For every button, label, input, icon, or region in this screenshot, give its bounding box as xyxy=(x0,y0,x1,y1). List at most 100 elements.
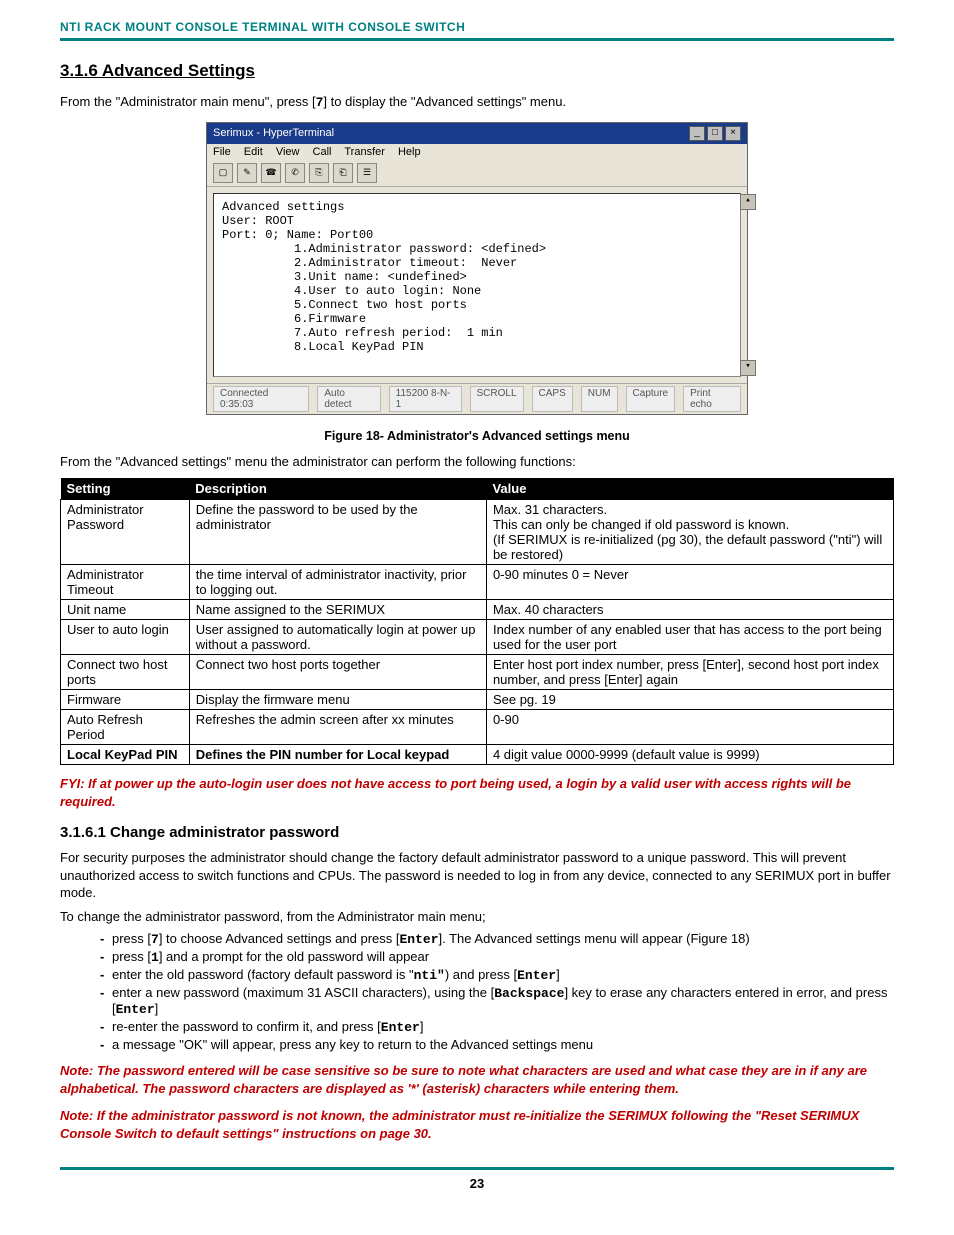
toolbar-new-icon[interactable]: ▢ xyxy=(213,163,233,183)
status-conn: Connected 0:35:03 xyxy=(213,386,309,412)
status-echo: Print echo xyxy=(683,386,741,412)
intro-pre: From the "Administrator main menu", pres… xyxy=(60,94,316,109)
table-row: Administrator PasswordDefine the passwor… xyxy=(61,500,894,565)
status-num: NUM xyxy=(581,386,618,412)
terminal-titlebar: Serimux - HyperTerminal _ □ × xyxy=(207,123,747,144)
table-row: Local KeyPad PINDefines the PIN number f… xyxy=(61,745,894,765)
cell: Index number of any enabled user that ha… xyxy=(486,620,893,655)
settings-table: Setting Description Value Administrator … xyxy=(60,478,894,765)
cell: 4 digit value 0000-9999 (default value i… xyxy=(486,745,893,765)
menu-call[interactable]: Call xyxy=(313,146,332,158)
menu-help[interactable]: Help xyxy=(398,146,421,158)
terminal-menubar[interactable]: File Edit View Call Transfer Help xyxy=(207,144,747,160)
key: nti" xyxy=(414,968,445,983)
t: ] xyxy=(420,1019,424,1034)
list-item: press [7] to choose Advanced settings an… xyxy=(100,931,894,947)
cell: User assigned to automatically login at … xyxy=(189,620,486,655)
cell: Local KeyPad PIN xyxy=(61,745,190,765)
terminal-statusbar: Connected 0:35:03 Auto detect 115200 8-N… xyxy=(207,383,747,414)
t: enter a new password (maximum 31 ASCII c… xyxy=(112,985,494,1000)
scroll-up-icon[interactable]: ▴ xyxy=(740,194,756,210)
key: Enter xyxy=(381,1020,420,1035)
term-line: 4.User to auto login: None xyxy=(222,284,732,298)
key: Enter xyxy=(116,1002,155,1017)
note2: Note: If the administrator password is n… xyxy=(60,1107,894,1142)
cell: Administrator Timeout xyxy=(61,565,190,600)
page-number: 23 xyxy=(470,1176,484,1191)
t: ] to choose Advanced settings and press … xyxy=(159,931,400,946)
status-baud: 115200 8-N-1 xyxy=(389,386,462,412)
list-item: re-enter the password to confirm it, and… xyxy=(100,1019,894,1035)
intro-line: From the "Administrator main menu", pres… xyxy=(60,93,894,112)
intro-post: ] to display the "Advanced settings" men… xyxy=(323,94,566,109)
key: Backspace xyxy=(494,986,564,1001)
cell: 0-90 xyxy=(486,710,893,745)
toolbar-open-icon[interactable]: ✎ xyxy=(237,163,257,183)
terminal-title: Serimux - HyperTerminal xyxy=(213,127,334,139)
cell: Define the password to be used by the ad… xyxy=(189,500,486,565)
menu-view[interactable]: View xyxy=(276,146,300,158)
terminal-window: Serimux - HyperTerminal _ □ × File Edit … xyxy=(206,122,748,415)
term-line: 1.Administrator password: <defined> xyxy=(222,242,732,256)
term-line: 6.Firmware xyxy=(222,312,732,326)
toolbar-send-icon[interactable]: ⎘ xyxy=(309,163,329,183)
menu-transfer[interactable]: Transfer xyxy=(344,146,385,158)
minimize-icon[interactable]: _ xyxy=(689,126,705,141)
term-line: 8.Local KeyPad PIN xyxy=(222,340,732,354)
table-row: FirmwareDisplay the firmware menuSee pg.… xyxy=(61,690,894,710)
t: ] and a prompt for the old password will… xyxy=(159,949,429,964)
menu-file[interactable]: File xyxy=(213,146,231,158)
term-line: 5.Connect two host ports xyxy=(222,298,732,312)
toolbar-hang-icon[interactable]: ✆ xyxy=(285,163,305,183)
col-value: Value xyxy=(486,478,893,500)
table-row: User to auto loginUser assigned to autom… xyxy=(61,620,894,655)
intro2: From the "Advanced settings" menu the ad… xyxy=(60,453,894,471)
figure-caption: Figure 18- Administrator's Advanced sett… xyxy=(60,429,894,443)
section-title: 3.1.6 Advanced Settings xyxy=(60,61,894,81)
cell: Connect two host ports xyxy=(61,655,190,690)
steps-list: press [7] to choose Advanced settings an… xyxy=(100,931,894,1052)
window-buttons[interactable]: _ □ × xyxy=(689,126,741,141)
term-line: User: ROOT xyxy=(222,214,732,228)
close-icon[interactable]: × xyxy=(725,126,741,141)
cell: Defines the PIN number for Local keypad xyxy=(189,745,486,765)
status-detect: Auto detect xyxy=(317,386,380,412)
term-line: 2.Administrator timeout: Never xyxy=(222,256,732,270)
sub-p2: To change the administrator password, fr… xyxy=(60,908,894,926)
cell: User to auto login xyxy=(61,620,190,655)
table-row: Connect two host portsConnect two host p… xyxy=(61,655,894,690)
scroll-down-icon[interactable]: ▾ xyxy=(740,360,756,376)
term-line: Port: 0; Name: Port00 xyxy=(222,228,732,242)
key: Enter xyxy=(517,968,556,983)
status-capture: Capture xyxy=(626,386,676,412)
cell: Name assigned to the SERIMUX xyxy=(189,600,486,620)
t: ] xyxy=(155,1001,159,1016)
cell: 0-90 minutes 0 = Never xyxy=(486,565,893,600)
doc-header: NTI RACK MOUNT CONSOLE TERMINAL WITH CON… xyxy=(60,20,894,41)
toolbar-call-icon[interactable]: ☎ xyxy=(261,163,281,183)
t: re-enter the password to confirm it, and… xyxy=(112,1019,381,1034)
toolbar-recv-icon[interactable]: ⎗ xyxy=(333,163,353,183)
subsection-title: 3.1.6.1 Change administrator password xyxy=(60,824,894,841)
table-row: Administrator Timeoutthe time interval o… xyxy=(61,565,894,600)
cell: Firmware xyxy=(61,690,190,710)
page-footer: 23 xyxy=(60,1167,894,1191)
cell: Auto Refresh Period xyxy=(61,710,190,745)
cell: Max. 31 characters. This can only be cha… xyxy=(486,500,893,565)
table-row: Unit nameName assigned to the SERIMUXMax… xyxy=(61,600,894,620)
cell: Administrator Password xyxy=(61,500,190,565)
t: ]. The Advanced settings menu will appea… xyxy=(439,931,750,946)
maximize-icon[interactable]: □ xyxy=(707,126,723,141)
key: 1 xyxy=(151,950,159,965)
fyi-note: FYI: If at power up the auto-login user … xyxy=(60,775,894,810)
table-row: Auto Refresh PeriodRefreshes the admin s… xyxy=(61,710,894,745)
t: enter the old password (factory default … xyxy=(112,967,414,982)
toolbar-prop-icon[interactable]: ☰ xyxy=(357,163,377,183)
terminal-toolbar[interactable]: ▢ ✎ ☎ ✆ ⎘ ⎗ ☰ xyxy=(207,160,747,187)
menu-edit[interactable]: Edit xyxy=(244,146,263,158)
t: a message "OK" will appear, press any ke… xyxy=(112,1037,593,1052)
terminal-body: ▴ ▾ Advanced settings User: ROOT Port: 0… xyxy=(213,193,741,377)
cell: Connect two host ports together xyxy=(189,655,486,690)
note1: Note: The password entered will be case … xyxy=(60,1062,894,1097)
cell: Unit name xyxy=(61,600,190,620)
